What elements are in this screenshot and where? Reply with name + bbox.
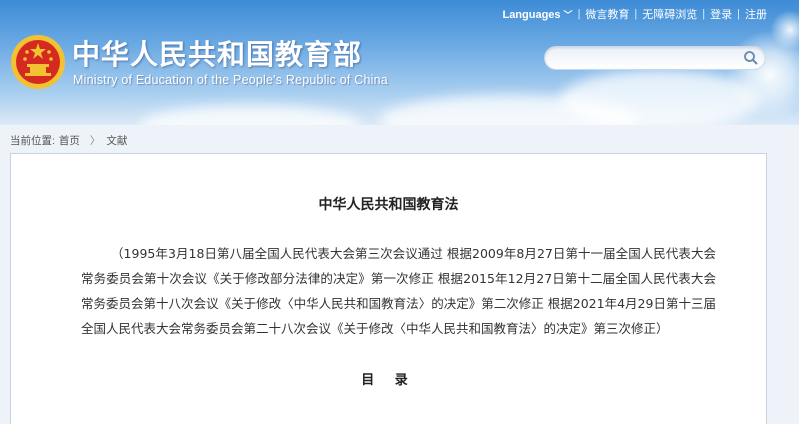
languages-menu[interactable]: Languages ﹀ <box>497 8 577 21</box>
site-header: 中华人民共和国教育部 Ministry of Education of the … <box>0 0 799 125</box>
site-title[interactable]: 中华人民共和国教育部 <box>72 33 362 73</box>
national-emblem-icon[interactable] <box>10 34 66 90</box>
divider: | <box>737 8 740 20</box>
document-intro: （1995年3月18日第八届全国人民代表大会第三次会议通过 根据2009年8月2… <box>81 246 716 336</box>
search-box <box>544 46 766 70</box>
document-title: 中华人民共和国教育法 <box>318 197 459 213</box>
cloud-decoration <box>140 105 360 125</box>
article-panel: 中华人民共和国教育法 （1995年3月18日第八届全国人民代表大会第三次会议通过… <box>10 153 767 424</box>
login-link[interactable]: 登录 <box>705 6 737 22</box>
site-title-english: Ministry of Education of the People's Re… <box>73 73 388 87</box>
breadcrumb-prefix: 当前位置: <box>10 135 55 147</box>
divider: | <box>577 8 581 20</box>
languages-label: Languages <box>502 8 561 21</box>
breadcrumb-separator: 〉 <box>89 135 101 147</box>
chevron-down-icon: ﹀ <box>563 9 573 20</box>
search-input[interactable] <box>555 49 729 67</box>
toc-title: 目 录 <box>361 373 416 388</box>
breadcrumb: 当前位置: 首页 〉 文献 <box>10 133 131 148</box>
breadcrumb-home-link[interactable]: 首页 <box>59 133 80 148</box>
divider: | <box>634 8 638 20</box>
register-link[interactable]: 注册 <box>740 6 772 22</box>
search-icon[interactable] <box>743 50 759 66</box>
accessible-browse-link[interactable]: 无障碍浏览 <box>637 6 702 22</box>
divider: | <box>702 8 706 20</box>
top-nav: Languages ﹀ | 微言教育 | 无障碍浏览 | 登录 | 注册 <box>497 6 772 22</box>
breadcrumb-current[interactable]: 文献 <box>106 133 127 148</box>
weibo-link[interactable]: 微言教育 <box>580 6 634 22</box>
